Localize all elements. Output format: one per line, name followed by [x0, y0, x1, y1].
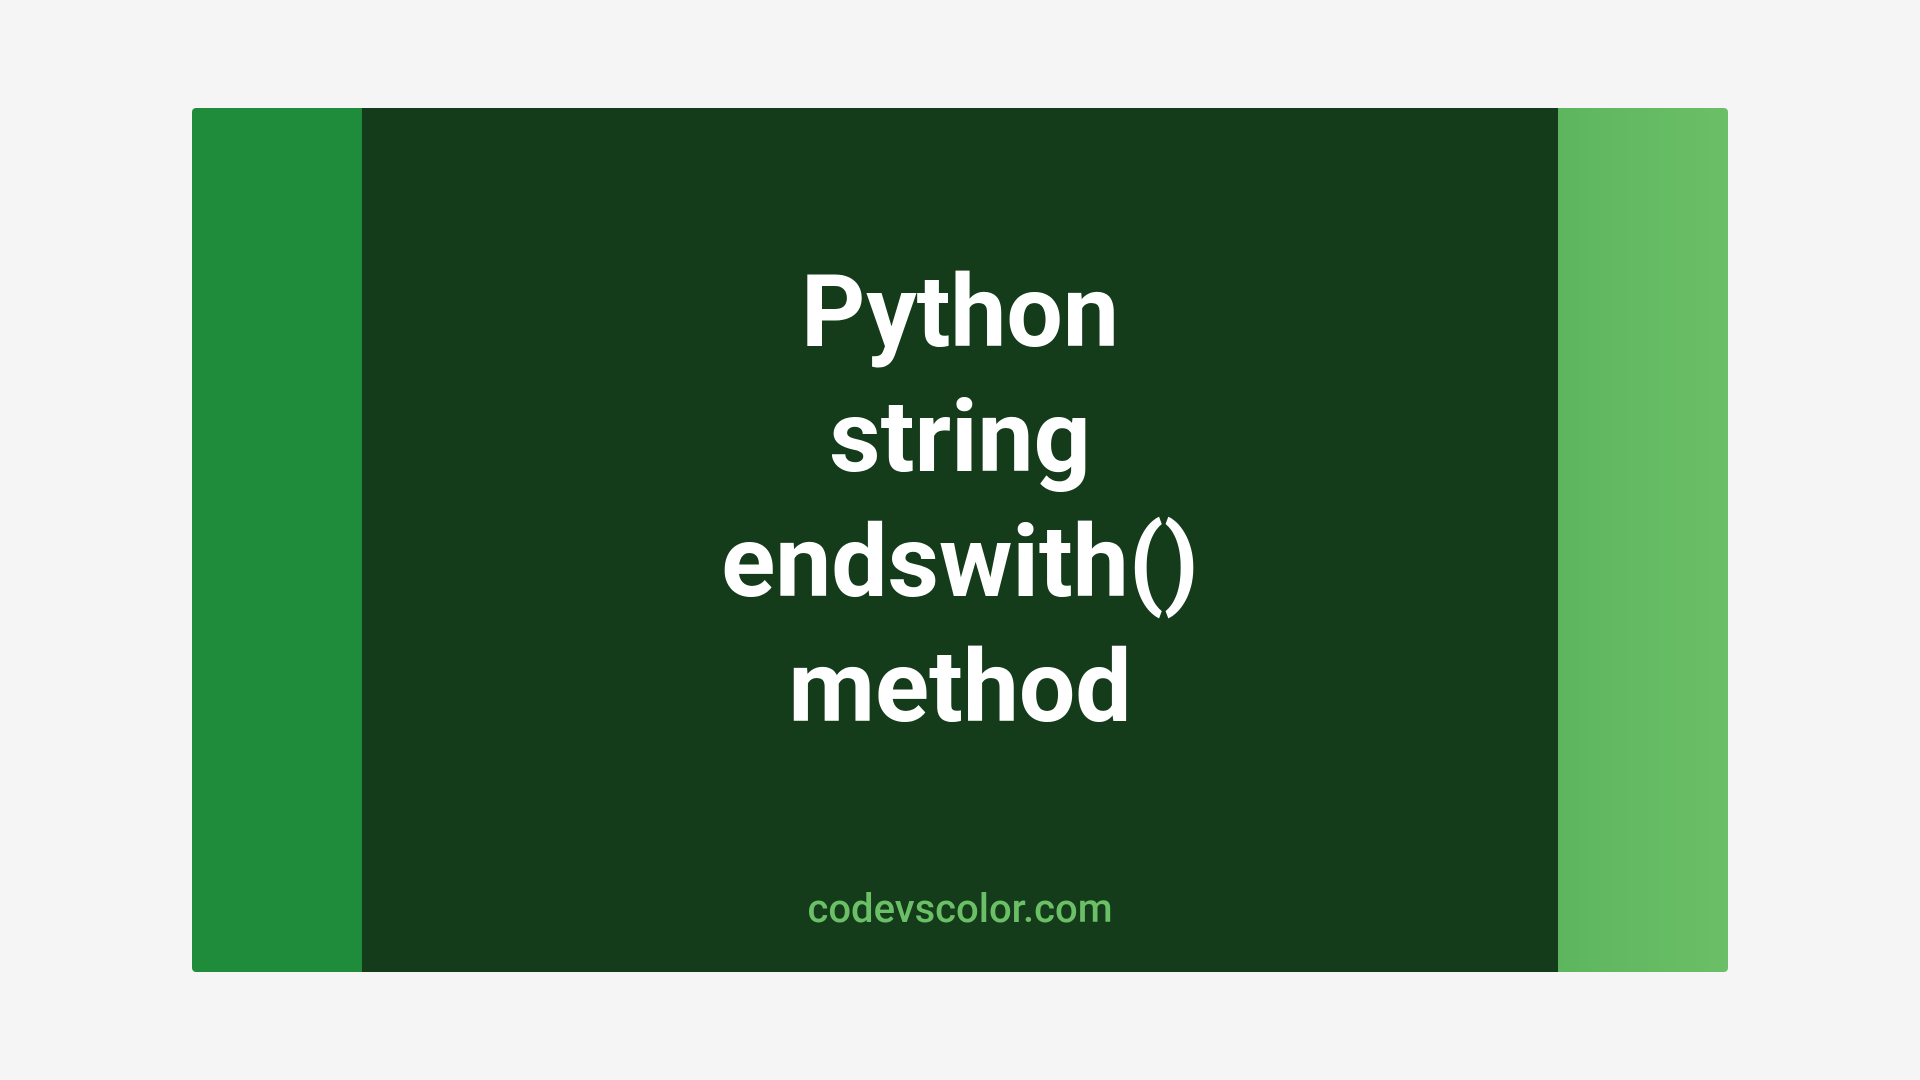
watermark-text: codevscolor.com — [807, 885, 1112, 932]
hero-title: Python string endswith() method — [721, 250, 1199, 750]
hero-card: Python string endswith() method codevsco… — [192, 108, 1728, 972]
